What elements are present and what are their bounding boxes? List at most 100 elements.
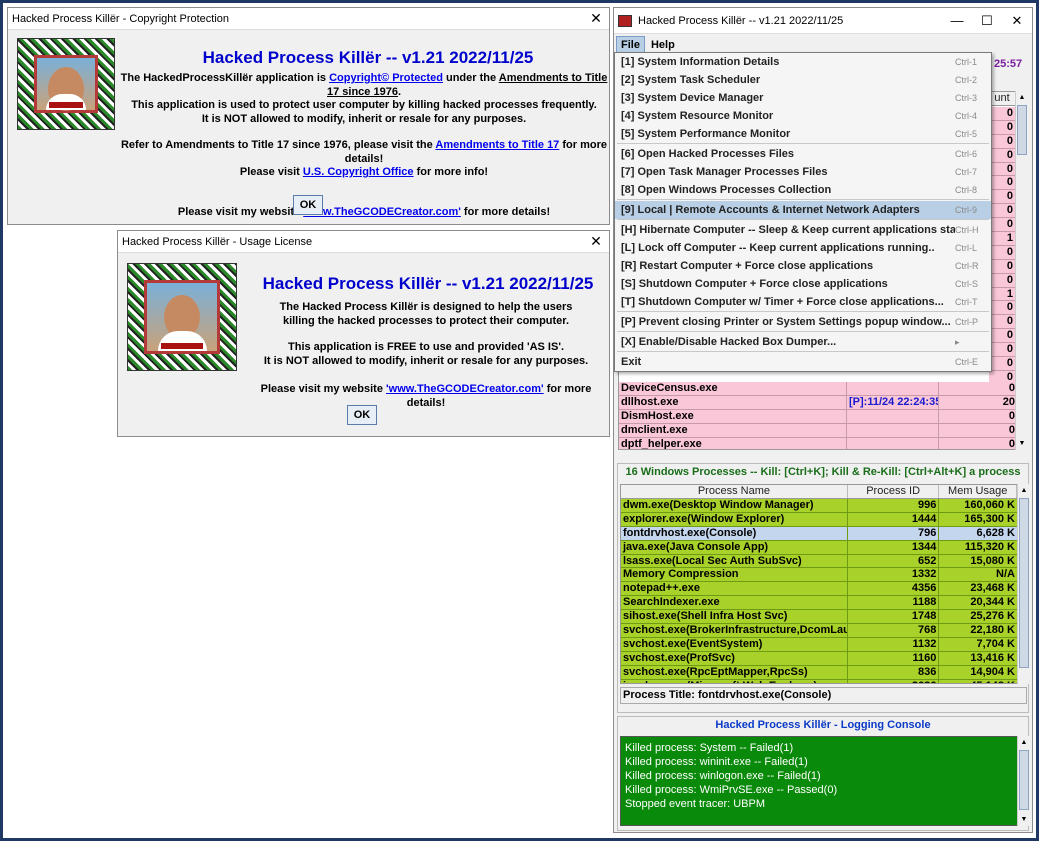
column-header-name[interactable]: Process Name — [621, 485, 848, 498]
scroll-up-icon[interactable]: ▲ — [1018, 484, 1030, 497]
file-menu-item[interactable]: [X] Enable/Disable Hacked Box Dumper... ▸ — [615, 333, 991, 351]
count-cell: 0 — [989, 315, 1015, 330]
scroll-thumb[interactable] — [1017, 105, 1027, 155]
table-row[interactable]: svchost.exe(BrokerInfrastructure,DcomLau… — [621, 624, 1017, 638]
table-row[interactable]: Memory Compression 1332 N/A — [621, 568, 1017, 583]
count-cell: 0 — [989, 301, 1015, 316]
file-menu-item[interactable]: Exit Ctrl-E — [615, 353, 991, 371]
log-scrollbar[interactable]: ▲ ▼ — [1017, 736, 1030, 826]
process-name-cell: java.exe(Java Console App) — [621, 540, 848, 554]
scroll-up-icon[interactable]: ▲ — [1016, 91, 1028, 104]
scroll-down-icon[interactable]: ▼ — [1016, 437, 1028, 450]
file-menu-item[interactable]: [8] Open Windows Processes Collection Ctr… — [615, 181, 991, 199]
scroll-up-icon[interactable]: ▲ — [1018, 736, 1030, 749]
table-row[interactable]: explorer.exe(Window Explorer) 1444 165,300… — [621, 512, 1017, 527]
file-menu-item[interactable]: [3] System Device Manager Ctrl-3 — [615, 89, 991, 107]
table-row[interactable]: SearchIndexer.exe 1188 20,344 K — [621, 596, 1017, 611]
ok-button[interactable]: OK — [293, 195, 323, 215]
table-row[interactable]: iexplore.exe(Microsoft Web Explorer)2636… — [621, 679, 1017, 683]
mem-usage-cell: 115,320 K — [964, 540, 1015, 553]
file-menu-item[interactable]: [P] Prevent closing Printer or System Se… — [615, 313, 991, 331]
table-row[interactable]: dmclient.exe 0 — [619, 423, 1015, 438]
table-row[interactable]: svchost.exe(ProfSvc) 1160 13,416 K — [621, 651, 1017, 666]
count-cell: 0 — [989, 107, 1015, 121]
count-cell: 0 — [989, 343, 1015, 358]
website-link[interactable]: 'www.TheGCODECreator.com' — [386, 383, 544, 395]
process-id-cell: 796 — [848, 526, 940, 540]
table-row[interactable]: fontdrvhost.exe(Console) 796 6,628 K — [621, 526, 1017, 541]
scroll-thumb[interactable] — [1019, 750, 1029, 810]
table-row[interactable]: notepad++.exe 4356 23,468 K — [621, 582, 1017, 597]
table-row[interactable]: dllhost.exe [P]:11/24 22:24:35 20 — [619, 395, 1015, 410]
table-row[interactable]: svchost.exe(EventSystem) 1132 7,704 K — [621, 637, 1017, 652]
table-row[interactable]: DeviceCensus.exe 0 — [619, 382, 1015, 396]
count-cell: 1 — [989, 232, 1015, 246]
windows-scrollbar[interactable]: ▲ — [1017, 484, 1030, 684]
count-cell: 0 — [989, 329, 1015, 344]
count-cell: 0 — [1008, 409, 1015, 422]
log-title: Hacked Process Killër - Logging Console — [715, 719, 931, 731]
time-cell — [847, 423, 939, 437]
mem-usage-cell: 14,904 K — [970, 665, 1015, 678]
file-menu-item[interactable]: [9] Local | Remote Accounts & Internet N… — [615, 201, 991, 219]
column-header-pid[interactable]: Process ID — [848, 485, 940, 498]
menu-item-shortcut: Ctrl-1 — [955, 57, 977, 67]
table-row[interactable]: dptf_helper.exe 0 — [619, 437, 1015, 449]
close-icon[interactable]: ✕ — [583, 233, 609, 250]
file-menu-item[interactable]: [6] Open Hacked Processes Files Ctrl-6 — [615, 145, 991, 163]
table-row[interactable]: java.exe(Java Console App) 1344 115,320 K — [621, 540, 1017, 555]
table-row[interactable]: lsass.exe(Local Sec Auth SubSvc) 652 15,08… — [621, 554, 1017, 569]
ok-button[interactable]: OK — [347, 405, 377, 425]
mem-usage-cell: 13,416 K — [970, 651, 1015, 664]
column-header-mem[interactable]: Mem Usage — [939, 485, 1017, 498]
website-link[interactable]: 'www.TheGCODECreator.com' — [303, 206, 461, 218]
count-column: 00000000010001000000124 — [989, 107, 1015, 399]
menu-item-label: [S] Shutdown Computer + Force close appl… — [621, 278, 888, 290]
file-menu-item[interactable]: [L] Lock off Computer -- Keep current ap… — [615, 239, 991, 257]
menu-help[interactable]: Help — [647, 37, 679, 53]
count-cell: 0 — [989, 245, 1015, 260]
file-menu-item[interactable]: [5] System Performance Monitor Ctrl-5 — [615, 125, 991, 143]
menu-item-label: [3] System Device Manager — [621, 92, 764, 104]
table-row[interactable]: dwm.exe(Desktop Window Manager) 996 160,06… — [621, 499, 1017, 513]
copyright-office-link[interactable]: U.S. Copyright Office — [303, 166, 414, 178]
process-name-cell: lsass.exe(Local Sec Auth SubSvc) — [621, 554, 848, 568]
file-menu-item[interactable]: [7] Open Task Manager Processes Files Ctr… — [615, 163, 991, 181]
table-row[interactable]: DismHost.exe 0 — [619, 409, 1015, 424]
menu-item-label: [9] Local | Remote Accounts & Internet N… — [621, 204, 920, 216]
process-title-field: Process Title: fontdrvhost.exe(Console) — [620, 687, 1027, 704]
file-menu-item[interactable]: [S] Shutdown Computer + Force close appl… — [615, 275, 991, 293]
menu-item-shortcut: Ctrl-8 — [955, 185, 977, 195]
table-row[interactable]: svchost.exe(RpcEptMapper,RpcSs) 836 14,904… — [621, 665, 1017, 680]
table-row[interactable]: sihost.exe(Shell Infra Host Svc) 1748 25,2… — [621, 610, 1017, 625]
process-name-cell: svchost.exe(EventSystem) — [621, 637, 848, 651]
process-id-cell: 768 — [848, 624, 940, 637]
time-cell — [847, 409, 939, 423]
minimize-icon[interactable]: — — [942, 13, 972, 28]
menu-item-shortcut: Ctrl-6 — [955, 149, 977, 159]
file-menu-item[interactable]: [T] Shutdown Computer w/ Timer + Force c… — [615, 293, 991, 311]
license-heading: Hacked Process Killër -- v1.21 2022/11/2… — [262, 274, 594, 293]
license-body: The Hacked Process Killër is designed to… — [263, 301, 589, 367]
scroll-thumb[interactable] — [1019, 498, 1029, 668]
file-menu-item[interactable]: [R] Restart Computer + Force close appli… — [615, 257, 991, 275]
main-titlebar: Hacked Process Killër -- v1.21 2022/11/2… — [614, 8, 1032, 34]
file-menu-item[interactable]: [2] System Task Scheduler Ctrl-2 — [615, 71, 991, 89]
file-menu-item[interactable]: [H] Hibernate Computer -- Sleep & Keep c… — [615, 221, 991, 239]
log-console: Killed process: System -- Failed(1) Kill… — [620, 736, 1019, 826]
amendments-link[interactable]: Amendments to Title 17 — [435, 139, 559, 151]
menu-item-label: [7] Open Task Manager Processes Files — [621, 166, 828, 178]
process-name-cell: svchost.exe(ProfSvc) — [621, 651, 848, 665]
close-icon[interactable]: ✕ — [1002, 13, 1032, 29]
file-menu-item[interactable]: [4] System Resource Monitor Ctrl-4 — [615, 107, 991, 125]
count-cell: 0 — [989, 357, 1015, 371]
file-menu-item[interactable]: [1] System Information Details Ctrl-1 — [615, 53, 991, 71]
copyright-link[interactable]: Copyright© Protected — [329, 72, 443, 84]
process-name-cell: DeviceCensus.exe — [619, 382, 847, 395]
menu-item-shortcut: Ctrl-3 — [955, 93, 977, 103]
hacked-scrollbar[interactable]: ▲ ▼ — [1015, 91, 1028, 450]
close-icon[interactable]: ✕ — [583, 10, 609, 27]
maximize-icon[interactable]: ☐ — [972, 13, 1002, 29]
scroll-down-icon[interactable]: ▼ — [1018, 813, 1030, 826]
time-cell — [847, 382, 939, 395]
